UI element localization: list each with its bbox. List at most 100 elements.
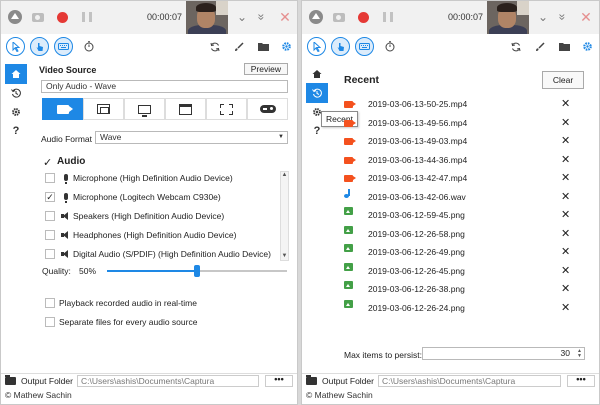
cursor-icon[interactable] [6, 37, 25, 56]
minimize-icon[interactable]: ⌄ [234, 9, 250, 25]
minimize-icon[interactable]: ⌄ [535, 9, 551, 25]
remove-item-icon[interactable]: ✕ [561, 208, 570, 222]
stepper-down-icon[interactable]: ▼ [577, 354, 582, 359]
device-checkbox[interactable]: ✓ [45, 192, 55, 202]
nav-history-icon[interactable] [5, 83, 27, 103]
minimize-all-icon[interactable]: » [253, 9, 269, 25]
nav-home-icon[interactable] [5, 64, 27, 84]
folder-icon[interactable] [256, 39, 271, 54]
gear-icon[interactable] [279, 39, 294, 54]
recent-item[interactable]: 2019-03-06-13-49-56.mp4 ✕ [340, 116, 594, 132]
max-items-input[interactable]: 30 ▲ ▼ [422, 347, 585, 360]
recent-item-name[interactable]: 2019-03-06-13-49-56.mp4 [368, 118, 467, 128]
timer-icon[interactable] [382, 39, 397, 54]
browse-button[interactable]: ••• [265, 375, 293, 387]
recent-item[interactable]: 2019-03-06-12-26-45.png ✕ [340, 262, 594, 280]
nav-help-icon[interactable]: ? [5, 121, 27, 141]
brush-icon[interactable] [532, 39, 547, 54]
separate-files-checkbox[interactable] [45, 317, 55, 327]
preview-button[interactable]: Preview [243, 63, 288, 75]
remove-item-icon[interactable]: ✕ [561, 190, 570, 204]
refresh-icon[interactable] [508, 39, 523, 54]
clear-button[interactable]: Clear [542, 71, 584, 89]
recent-item[interactable]: 2019-03-06-12-26-38.png ✕ [340, 281, 594, 298]
remove-item-icon[interactable]: ✕ [561, 134, 570, 148]
recent-item[interactable]: 2019-03-06-12-26-58.png ✕ [340, 225, 594, 243]
app-window-source-button[interactable] [165, 98, 206, 120]
region-source-button[interactable] [206, 98, 247, 120]
quality-slider-thumb[interactable] [194, 265, 200, 277]
device-checkbox[interactable] [45, 249, 55, 259]
camera-icon[interactable] [331, 9, 347, 25]
remove-item-icon[interactable]: ✕ [561, 227, 570, 241]
recent-item-name[interactable]: 2019-03-06-13-50-25.mp4 [368, 99, 467, 109]
recent-item[interactable]: 2019-03-06-13-42-06.wav ✕ [340, 188, 594, 206]
remove-item-icon[interactable]: ✕ [561, 282, 570, 296]
remove-item-icon[interactable]: ✕ [561, 301, 570, 315]
recent-item[interactable]: 2019-03-06-13-44-36.mp4 ✕ [340, 153, 594, 169]
nav-gear-icon[interactable] [5, 102, 27, 122]
remove-item-icon[interactable]: ✕ [561, 97, 570, 111]
keystrokes-icon[interactable] [54, 37, 73, 56]
screen-source-button[interactable] [124, 98, 165, 120]
recent-item-name[interactable]: 2019-03-06-12-26-38.png [368, 284, 465, 294]
output-folder-path[interactable]: C:\Users\ashis\Documents\Captura [378, 375, 561, 387]
recent-item[interactable]: 2019-03-06-13-50-25.mp4 ✕ [340, 97, 594, 113]
recent-item-name[interactable]: 2019-03-06-12-59-45.png [368, 210, 465, 220]
quality-slider[interactable] [107, 265, 287, 277]
record-icon[interactable] [355, 9, 371, 25]
remove-item-icon[interactable]: ✕ [561, 245, 570, 259]
recent-item-name[interactable]: 2019-03-06-12-26-24.png [368, 303, 465, 313]
window-source-button[interactable] [83, 98, 124, 120]
recent-item-name[interactable]: 2019-03-06-12-26-49.png [368, 247, 465, 257]
nav-home-icon[interactable] [306, 64, 328, 84]
playback-checkbox[interactable] [45, 298, 55, 308]
timer-icon[interactable] [81, 39, 96, 54]
video-source-field[interactable]: Only Audio - Wave [41, 80, 288, 93]
recent-item[interactable]: 2019-03-06-12-26-49.png ✕ [340, 244, 594, 261]
gear-icon[interactable] [580, 39, 595, 54]
recent-item-name[interactable]: 2019-03-06-12-26-45.png [368, 266, 465, 276]
folder-icon[interactable] [557, 39, 572, 54]
pause-icon[interactable] [79, 9, 95, 25]
audio-enabled-check[interactable]: ✓ [43, 156, 52, 169]
keystrokes-icon[interactable] [355, 37, 374, 56]
camera-icon[interactable] [30, 9, 46, 25]
max-items-stepper[interactable]: ▲ ▼ [577, 349, 582, 359]
game-source-button[interactable] [247, 98, 288, 120]
click-icon[interactable] [30, 37, 49, 56]
webcam-source-button[interactable] [42, 98, 83, 120]
remove-item-icon[interactable]: ✕ [561, 171, 570, 185]
click-icon[interactable] [331, 37, 350, 56]
recent-item[interactable]: 2019-03-06-13-49-03.mp4 ✕ [340, 134, 594, 150]
scroll-down-arrow[interactable]: ▼ [281, 253, 288, 260]
collapse-up-icon[interactable] [7, 9, 23, 25]
cursor-icon[interactable] [307, 37, 326, 56]
recent-item[interactable]: 2019-03-06-12-26-24.png ✕ [340, 299, 594, 317]
recent-item-name[interactable]: 2019-03-06-12-26-58.png [368, 229, 465, 239]
scroll-up-arrow[interactable]: ▲ [281, 172, 288, 179]
remove-item-icon[interactable]: ✕ [561, 264, 570, 278]
browse-button[interactable]: ••• [567, 375, 595, 387]
recent-item-name[interactable]: 2019-03-06-13-42-06.wav [368, 192, 466, 202]
recent-item[interactable]: 2019-03-06-12-59-45.png ✕ [340, 207, 594, 224]
device-scrollbar[interactable]: ▲ ▼ [280, 171, 289, 261]
recent-item[interactable]: 2019-03-06-13-42-47.mp4 ✕ [340, 171, 594, 187]
device-checkbox[interactable] [45, 230, 55, 240]
remove-item-icon[interactable]: ✕ [561, 153, 570, 167]
device-checkbox[interactable] [45, 173, 55, 183]
brush-icon[interactable] [231, 39, 246, 54]
device-checkbox[interactable] [45, 211, 55, 221]
refresh-icon[interactable] [207, 39, 222, 54]
close-icon[interactable]: ✕ [578, 9, 594, 25]
minimize-all-icon[interactable]: » [554, 9, 570, 25]
pause-icon[interactable] [380, 9, 396, 25]
recent-item-name[interactable]: 2019-03-06-13-49-03.mp4 [368, 136, 467, 146]
output-folder-path[interactable]: C:\Users\ashis\Documents\Captura [77, 375, 259, 387]
recent-item-name[interactable]: 2019-03-06-13-44-36.mp4 [368, 155, 467, 165]
recent-item-name[interactable]: 2019-03-06-13-42-47.mp4 [368, 173, 467, 183]
collapse-up-icon[interactable] [308, 9, 324, 25]
remove-item-icon[interactable]: ✕ [561, 116, 570, 130]
close-icon[interactable]: ✕ [277, 9, 293, 25]
nav-history-icon[interactable] [306, 83, 328, 103]
